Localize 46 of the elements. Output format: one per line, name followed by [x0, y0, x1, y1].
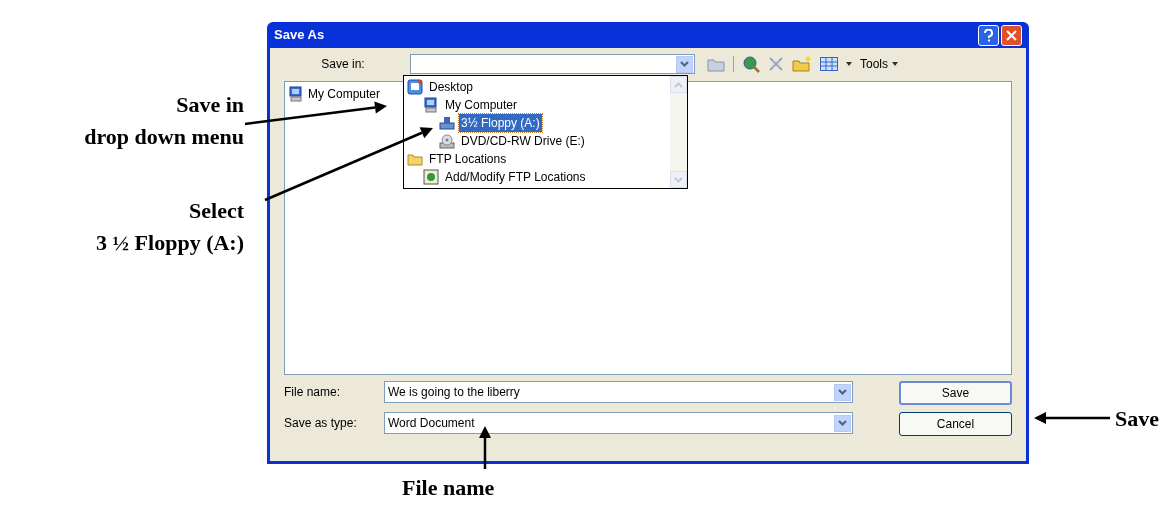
save-in-label: Save in:: [320, 56, 366, 73]
dropdown-item[interactable]: FTP Locations: [427, 150, 509, 168]
dropdown-item[interactable]: My Computer: [443, 96, 520, 114]
dropdown-arrow-button[interactable]: [834, 414, 851, 432]
disc-drive-icon: [439, 133, 455, 149]
dialog-button[interactable]: Cancel: [899, 412, 1012, 436]
globe-search-icon[interactable]: [742, 55, 760, 73]
annotation-label: Save in drop down menu: [83, 91, 244, 151]
chevron-up-icon: [674, 81, 683, 88]
chevron-down-icon: [674, 176, 683, 183]
question-mark-icon: [984, 28, 993, 42]
dropdown-item[interactable]: Desktop: [427, 78, 476, 96]
computer-icon: [423, 97, 439, 113]
file-name-field[interactable]: We is going to the liberry: [384, 381, 853, 403]
caret-icon: [892, 62, 898, 66]
tools-menu[interactable]: Tools: [860, 55, 898, 73]
close-icon: [1006, 29, 1017, 41]
scrollbar[interactable]: [670, 76, 687, 188]
close-button[interactable]: [1001, 24, 1022, 46]
help-button[interactable]: [978, 24, 999, 46]
window-title: Save As: [274, 26, 325, 45]
desktop-icon: [407, 79, 423, 95]
view-grid-icon[interactable]: [820, 57, 838, 71]
chevron-down-icon: [680, 61, 689, 67]
file-name-label: File name:: [284, 384, 342, 401]
annotation-label: File name: [402, 474, 495, 502]
dropdown-item[interactable]: DVD/CD-RW Drive (E:): [459, 132, 587, 150]
folder-icon: [407, 151, 423, 167]
drive-icon: [439, 115, 455, 131]
dropdown-arrow-button[interactable]: [834, 383, 851, 401]
dropdown-arrow-button[interactable]: [676, 55, 693, 73]
dropdown-item[interactable]: Add/Modify FTP Locations: [443, 168, 588, 186]
ftp-icon: [423, 169, 439, 185]
caret-icon[interactable]: [846, 62, 852, 66]
save-as-type-field[interactable]: Word Document: [384, 412, 853, 434]
annotation-label: Save: [1115, 405, 1159, 433]
save-as-type-label: Save as type:: [284, 415, 358, 432]
computer-icon: [288, 86, 304, 102]
pointer-arrow: [479, 426, 491, 469]
save-in-dropdown[interactable]: [410, 54, 695, 74]
chevron-down-icon: [838, 389, 847, 395]
annotation-label: Select 3 ½ Floppy (A:): [95, 197, 244, 257]
place-item[interactable]: My Computer: [308, 85, 381, 103]
dialog-button[interactable]: Save: [899, 381, 1012, 405]
dropdown-item[interactable]: 3½ Floppy (A:): [459, 114, 542, 132]
chevron-down-icon: [838, 420, 847, 426]
